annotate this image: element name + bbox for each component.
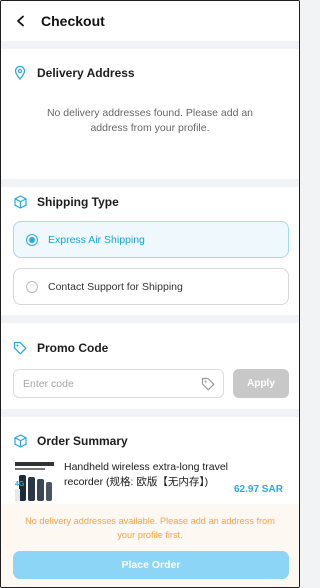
tag-icon — [201, 377, 215, 391]
box-icon — [13, 195, 27, 209]
delivery-address-heading: Delivery Address — [13, 63, 135, 83]
box-icon — [13, 434, 27, 448]
app-header: Checkout — [1, 1, 299, 41]
checkout-screen: Checkout Delivery Address No delivery ad… — [0, 0, 300, 588]
promo-code-title: Promo Code — [37, 341, 109, 355]
order-summary-title: Order Summary — [37, 434, 128, 448]
product-name: Handheld wireless extra-long travel reco… — [64, 461, 228, 488]
promo-code-field[interactable] — [13, 369, 224, 398]
promo-code-heading: Promo Code — [13, 338, 108, 358]
footer-warning-message: No delivery addresses available. Please … — [25, 516, 275, 540]
chevron-left-icon[interactable] — [15, 14, 29, 28]
product-badge-text: 4G — [15, 481, 25, 488]
place-order-button[interactable]: Place Order — [13, 551, 289, 579]
location-pin-icon — [13, 66, 27, 80]
shipping-type-heading: Shipping Type — [13, 192, 119, 212]
radio-unselected-icon[interactable] — [26, 280, 38, 293]
promo-code-input[interactable] — [23, 377, 193, 390]
order-summary-heading: Order Summary — [13, 431, 128, 451]
page-title: Checkout — [41, 13, 105, 29]
product-thumbnail: 4G — [13, 459, 56, 503]
product-price: 62.97 SAR — [234, 484, 283, 495]
apply-promo-button[interactable]: Apply — [233, 369, 289, 398]
radio-selected-icon[interactable] — [26, 233, 38, 246]
shipping-option-contact-support[interactable]: Contact Support for Shipping — [13, 268, 289, 305]
shipping-option-label: Express Air Shipping — [48, 233, 145, 246]
tag-icon — [13, 341, 27, 355]
shipping-option-express-air[interactable]: Express Air Shipping — [13, 221, 289, 258]
no-address-message: No delivery addresses found. Please add … — [46, 107, 254, 134]
shipping-option-label: Contact Support for Shipping — [48, 280, 183, 293]
delivery-address-title: Delivery Address — [37, 66, 135, 80]
shipping-type-title: Shipping Type — [37, 195, 119, 209]
